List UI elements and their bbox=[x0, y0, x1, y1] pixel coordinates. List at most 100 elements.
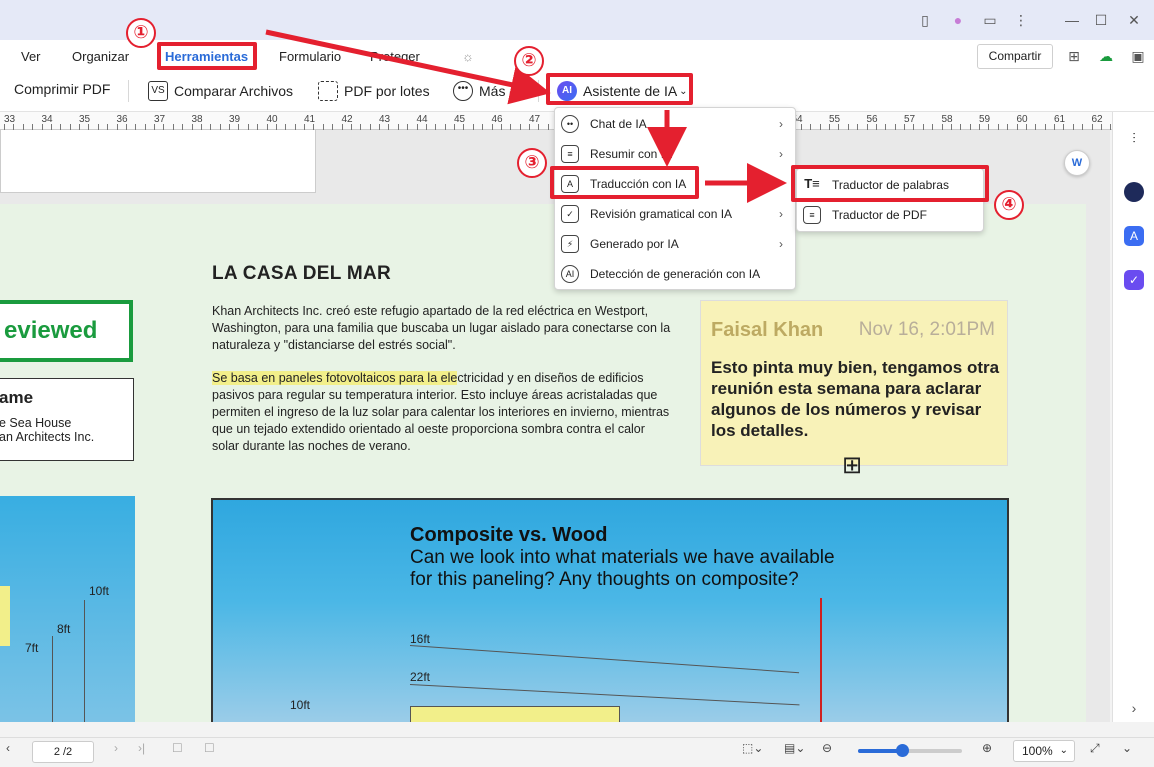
toolbar-separator bbox=[538, 80, 539, 102]
ai-assistant-button[interactable]: AI Asistente de IA ⌄ bbox=[557, 81, 688, 101]
image-subtitle: Can we look into what materials we have … bbox=[410, 547, 835, 568]
menu-item-traduccion[interactable]: A Traducción con IA bbox=[555, 169, 795, 199]
zoom-value: 100% bbox=[1022, 744, 1053, 758]
share-button[interactable]: Compartir bbox=[977, 44, 1053, 69]
menu-item-label: Detección de generación con IA bbox=[590, 267, 761, 281]
translate-fab-icon[interactable]: W bbox=[1064, 150, 1090, 176]
image-line bbox=[409, 684, 800, 706]
chevron-down-icon: ⌄ bbox=[507, 85, 516, 97]
zoom-slider-handle[interactable] bbox=[895, 744, 909, 757]
zoom-out-icon[interactable]: ⊖ bbox=[822, 741, 832, 755]
minimize-icon[interactable]: — bbox=[1062, 10, 1082, 30]
chat-icon[interactable]: ▭ bbox=[980, 10, 1000, 30]
more-button[interactable]: ••• Más ⌄ bbox=[453, 81, 516, 101]
next-page-icon[interactable]: › bbox=[114, 741, 118, 755]
menu-item-revision[interactable]: ✓ Revisión gramatical con IA › bbox=[555, 199, 795, 229]
chevron-down-icon: ⌄ bbox=[679, 85, 688, 97]
page-number-input[interactable]: 2 /2 bbox=[32, 741, 94, 763]
ai-bot-icon[interactable] bbox=[1124, 182, 1144, 202]
image-label: 10ft bbox=[89, 584, 110, 598]
batch-icon bbox=[318, 81, 338, 101]
compare-icon: VS bbox=[148, 81, 168, 101]
note-date: Nov 16, 2:01PM bbox=[858, 319, 995, 340]
zoom-slider[interactable] bbox=[858, 744, 962, 757]
zoom-select[interactable]: 100% ⌄ bbox=[1013, 740, 1075, 762]
fullscreen-icon[interactable]: ⤢ bbox=[1090, 741, 1100, 756]
name-box-line: an Architects Inc. bbox=[0, 430, 95, 444]
document-paragraph-2: Se basa en paneles fotovoltaicos para la… bbox=[212, 370, 672, 455]
document-image[interactable]: Composite vs. Wood Can we look into what… bbox=[211, 498, 1009, 722]
compress-label: Comprimir PDF bbox=[14, 81, 111, 97]
batch-label: PDF por lotes bbox=[344, 83, 430, 99]
lightbulb-icon[interactable]: ☼ bbox=[462, 49, 474, 64]
prev-page-icon[interactable]: ‹ bbox=[6, 741, 10, 755]
toolbar-separator bbox=[128, 80, 129, 102]
fit-page-icon[interactable]: ☐ bbox=[172, 741, 183, 755]
chevron-right-icon: › bbox=[779, 207, 783, 221]
select-tool-icon[interactable]: ⬚⌄ bbox=[742, 741, 763, 755]
reviewed-stamp[interactable]: eviewed bbox=[0, 300, 133, 362]
previous-page bbox=[0, 130, 316, 193]
menu-item-word-translator[interactable]: T≡ Traductor de palabras bbox=[797, 170, 983, 200]
image-panel bbox=[410, 706, 620, 722]
menu-herramientas[interactable]: Herramientas bbox=[165, 49, 248, 64]
book-icon[interactable]: ▯ bbox=[915, 10, 935, 30]
name-box-title: ame bbox=[0, 388, 34, 407]
step-badge-2: ② bbox=[514, 46, 544, 76]
step-badge-3: ③ bbox=[517, 148, 547, 178]
chevron-right-icon[interactable]: › bbox=[1124, 700, 1144, 720]
image-subtitle: for this paneling? Any thoughts on compo… bbox=[410, 569, 799, 590]
sticky-note[interactable]: Faisal Khan Nov 16, 2:01PM Esto pinta mu… bbox=[700, 300, 1008, 466]
zoom-in-icon[interactable]: ⊕ bbox=[982, 741, 992, 755]
more-dots-icon: ••• bbox=[453, 81, 473, 101]
menu-organizar[interactable]: Organizar bbox=[72, 49, 129, 64]
translate-sidebar-icon[interactable]: A bbox=[1124, 226, 1144, 246]
network-icon[interactable]: ⊞ bbox=[1064, 46, 1084, 66]
menu-item-deteccion[interactable]: AI Detección de generación con IA bbox=[555, 259, 795, 289]
settings-sliders-icon[interactable]: ⫶ bbox=[1124, 130, 1144, 150]
menu-item-chat-ia[interactable]: •• Chat de IA › bbox=[555, 109, 795, 139]
view-mode-icon[interactable]: ▤⌄ bbox=[784, 741, 805, 755]
compress-pdf-button[interactable]: Comprimir PDF bbox=[0, 81, 110, 97]
cloud-sync-icon[interactable]: ☁ bbox=[1096, 46, 1116, 66]
image-red-line bbox=[820, 598, 822, 722]
last-page-icon[interactable]: ›| bbox=[138, 741, 145, 755]
menu-item-label: Revisión gramatical con IA bbox=[590, 207, 733, 221]
add-note-icon[interactable]: ⊞ bbox=[842, 454, 862, 478]
image-label: 8ft bbox=[57, 622, 71, 636]
document-paragraph-1: Khan Architects Inc. creó este refugio a… bbox=[212, 304, 671, 352]
menu-item-label: Traductor de PDF bbox=[832, 208, 927, 222]
name-box-line: e Sea House bbox=[0, 416, 72, 430]
menu-item-generado[interactable]: ⚡ Generado por IA › bbox=[555, 229, 795, 259]
panel-icon[interactable]: ▣ bbox=[1128, 46, 1148, 66]
ai-assistant-menu: •• Chat de IA › ≡ Resumir con IA › A Tra… bbox=[554, 107, 796, 290]
ai-detect-icon: AI bbox=[561, 265, 579, 283]
rotate-icon[interactable]: ☐ bbox=[204, 741, 215, 755]
menu-formulario[interactable]: Formulario bbox=[279, 49, 341, 64]
compare-label: Comparar Archivos bbox=[174, 83, 294, 99]
menu-item-pdf-translator[interactable]: ≡ Traductor de PDF bbox=[797, 200, 983, 230]
ai-assistant-label: Asistente de IA bbox=[583, 83, 678, 99]
document-title: LA CASA DEL MAR bbox=[212, 263, 392, 284]
more-vertical-icon[interactable]: ⋮ bbox=[1011, 10, 1031, 30]
maximize-icon[interactable]: ☐ bbox=[1091, 10, 1111, 30]
menu-item-label: Chat de IA bbox=[590, 117, 647, 131]
highlighted-text[interactable]: Se basa en paneles fotovoltaicos para la… bbox=[212, 371, 458, 385]
chevron-right-icon: › bbox=[779, 237, 783, 251]
menu-ver[interactable]: Ver bbox=[21, 49, 41, 64]
compare-files-button[interactable]: VS Comparar Archivos bbox=[148, 81, 293, 101]
chevron-right-icon: › bbox=[779, 147, 783, 161]
batch-pdf-button[interactable]: PDF por lotes bbox=[318, 81, 430, 101]
close-icon[interactable]: ✕ bbox=[1124, 10, 1144, 30]
menu-proteger[interactable]: Proteger bbox=[370, 49, 420, 64]
avatar-icon[interactable]: ● bbox=[948, 10, 968, 30]
scroll-down-icon[interactable]: ⌄ bbox=[1122, 741, 1132, 755]
title-bar: ▯ ● ▭ ⋮ — ☐ ✕ bbox=[0, 0, 1154, 40]
chat-bot-icon: •• bbox=[561, 115, 579, 133]
menu-item-label: Generado por IA bbox=[590, 237, 679, 251]
checklist-icon[interactable]: ✓ bbox=[1124, 270, 1144, 290]
right-sidebar: ⫶ A ✓ › bbox=[1112, 112, 1154, 722]
summary-icon: ≡ bbox=[561, 145, 579, 163]
ai-generate-icon: ⚡ bbox=[561, 235, 579, 253]
menu-item-resumir[interactable]: ≡ Resumir con IA › bbox=[555, 139, 795, 169]
